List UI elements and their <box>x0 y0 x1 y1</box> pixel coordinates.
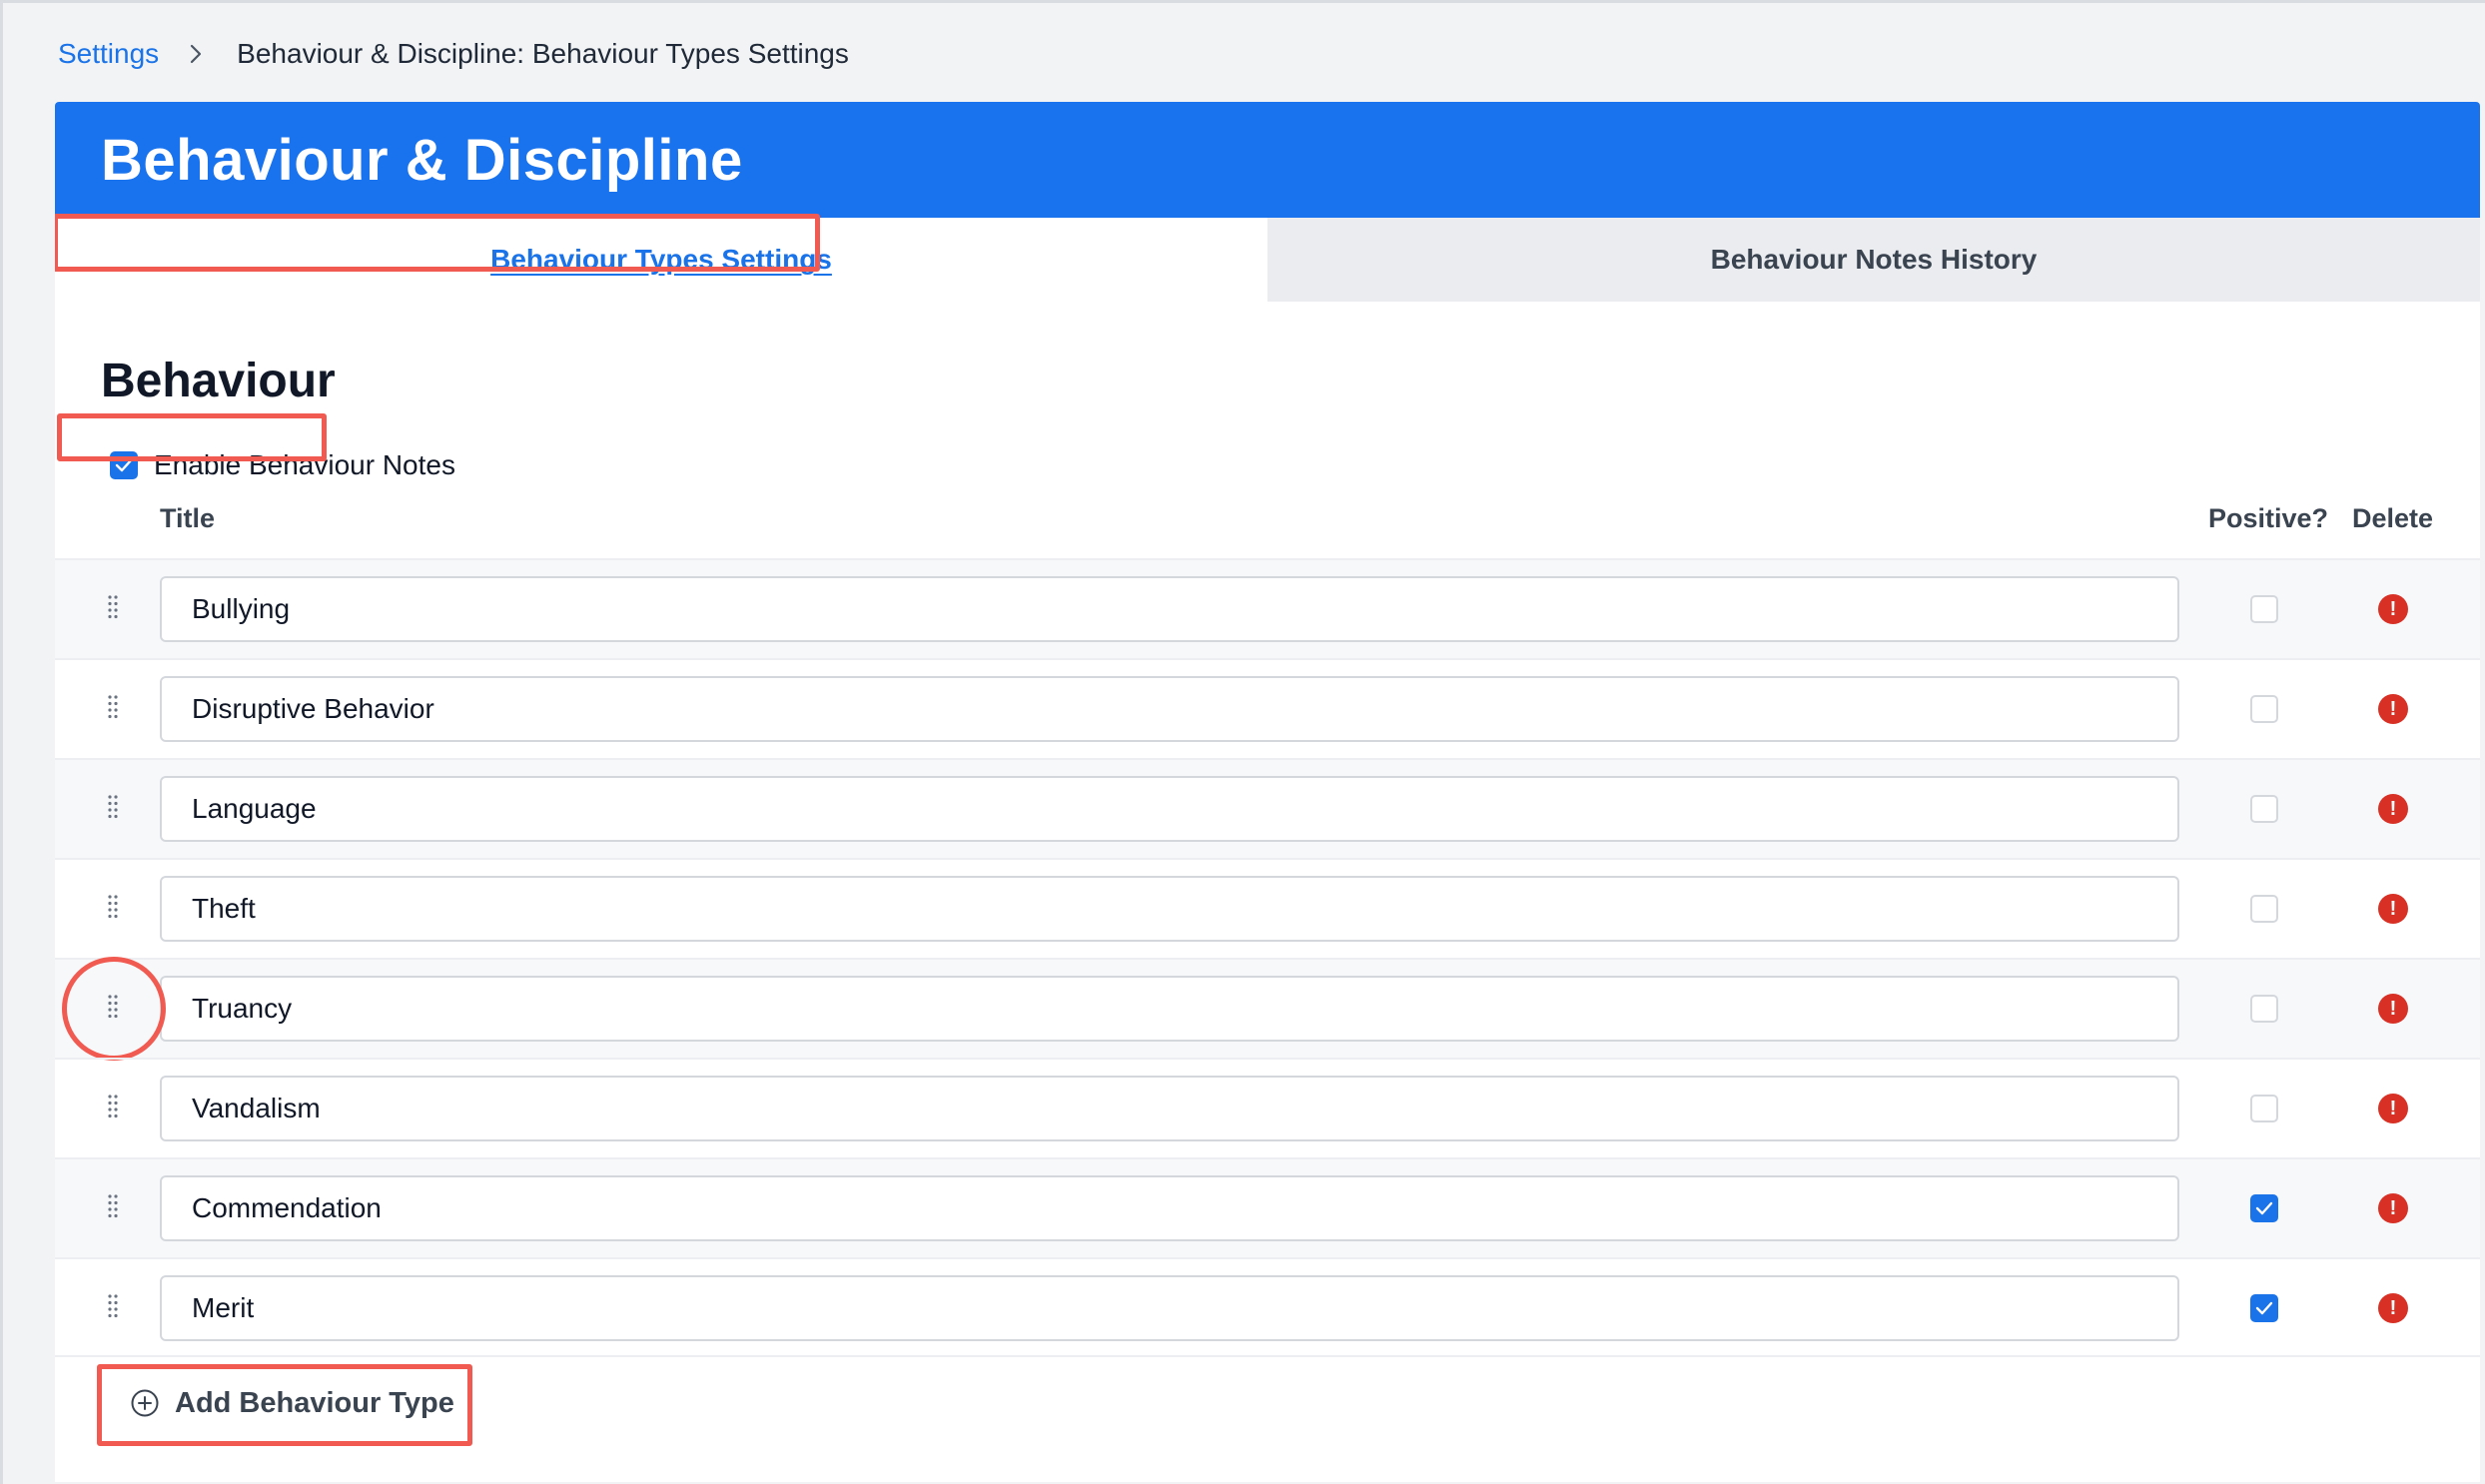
enable-behaviour-notes-label: Enable Behaviour Notes <box>154 449 455 480</box>
table-row: ! <box>55 858 2480 958</box>
settings-card: Behaviour & Discipline Behaviour Types S… <box>55 102 2480 1482</box>
drag-handle-icon[interactable] <box>107 1094 119 1121</box>
enable-behaviour-notes-row[interactable]: Enable Behaviour Notes <box>101 441 455 489</box>
section-title: Behaviour <box>101 355 336 407</box>
tab-behaviour-notes-history[interactable]: Behaviour Notes History <box>1267 218 2480 302</box>
table-row: ! <box>55 1157 2480 1257</box>
exclamation-circle-icon[interactable]: ! <box>2378 994 2408 1024</box>
page-title: Behaviour & Discipline <box>101 127 743 193</box>
behaviour-title-input[interactable] <box>160 1076 2179 1141</box>
column-header-positive: Positive? <box>2208 503 2329 533</box>
drag-handle-icon[interactable] <box>107 694 119 722</box>
tab-behaviour-types-settings[interactable]: Behaviour Types Settings <box>55 218 1267 302</box>
window-top-border <box>0 0 2485 3</box>
behaviour-title-input[interactable] <box>160 1175 2179 1241</box>
breadcrumb-current-page: Behaviour & Discipline: Behaviour Types … <box>237 38 849 69</box>
drag-handle-icon[interactable] <box>107 894 119 922</box>
positive-checkbox[interactable] <box>2250 1095 2278 1122</box>
positive-checkbox[interactable] <box>2250 995 2278 1023</box>
table-row: ! <box>55 1257 2480 1357</box>
exclamation-circle-icon[interactable]: ! <box>2378 894 2408 924</box>
table-row: ! <box>55 758 2480 858</box>
drag-handle-icon[interactable] <box>107 594 119 622</box>
column-header-title: Title <box>160 503 216 533</box>
exclamation-circle-icon[interactable]: ! <box>2378 794 2408 824</box>
behaviour-types-list: ! ! ! ! <box>55 558 2480 1357</box>
behaviour-title-input[interactable] <box>160 976 2179 1042</box>
behaviour-title-input[interactable] <box>160 776 2179 842</box>
behaviour-title-input[interactable] <box>160 676 2179 742</box>
table-row: ! <box>55 558 2480 658</box>
checkmark-icon <box>2255 1301 2273 1315</box>
table-row: ! <box>55 658 2480 758</box>
exclamation-circle-icon[interactable]: ! <box>2378 594 2408 624</box>
page-header: Behaviour & Discipline <box>55 102 2480 218</box>
positive-checkbox[interactable] <box>2250 695 2278 723</box>
exclamation-circle-icon[interactable]: ! <box>2378 1293 2408 1323</box>
table-header: Title Positive? Delete <box>55 491 2480 543</box>
drag-handle-icon[interactable] <box>107 1193 119 1221</box>
exclamation-circle-icon[interactable]: ! <box>2378 1193 2408 1223</box>
behaviour-title-input[interactable] <box>160 876 2179 942</box>
plus-circle-icon <box>131 1389 159 1417</box>
positive-checkbox[interactable] <box>2250 795 2278 823</box>
column-header-delete: Delete <box>2352 503 2434 533</box>
enable-behaviour-notes-checkbox[interactable] <box>110 451 138 479</box>
behaviour-title-input[interactable] <box>160 576 2179 642</box>
window-left-border <box>0 0 3 1484</box>
add-behaviour-type-button[interactable]: Add Behaviour Type <box>131 1378 454 1428</box>
positive-checkbox[interactable] <box>2250 1194 2278 1222</box>
drag-handle-icon[interactable] <box>107 794 119 822</box>
table-row: ! <box>55 957 2480 1061</box>
tab-wrapper-behaviour-types: Behaviour Types Settings <box>55 214 1267 302</box>
checkmark-icon <box>2255 1201 2273 1215</box>
breadcrumb: Settings Behaviour & Discipline: Behavio… <box>58 30 849 78</box>
positive-checkbox[interactable] <box>2250 1294 2278 1322</box>
breadcrumb-settings-link[interactable]: Settings <box>58 38 159 70</box>
chevron-right-icon <box>189 43 203 65</box>
positive-checkbox[interactable] <box>2250 595 2278 623</box>
add-behaviour-type-label: Add Behaviour Type <box>175 1386 454 1419</box>
drag-handle-icon[interactable] <box>107 1293 119 1321</box>
exclamation-circle-icon[interactable]: ! <box>2378 1094 2408 1123</box>
checkmark-icon <box>115 458 133 472</box>
positive-checkbox[interactable] <box>2250 895 2278 923</box>
table-row: ! <box>55 1058 2480 1157</box>
behaviour-title-input[interactable] <box>160 1275 2179 1341</box>
tab-bar: Behaviour Types Settings Behaviour Notes… <box>55 214 2480 302</box>
drag-handle-icon[interactable] <box>107 994 119 1022</box>
exclamation-circle-icon[interactable]: ! <box>2378 694 2408 724</box>
